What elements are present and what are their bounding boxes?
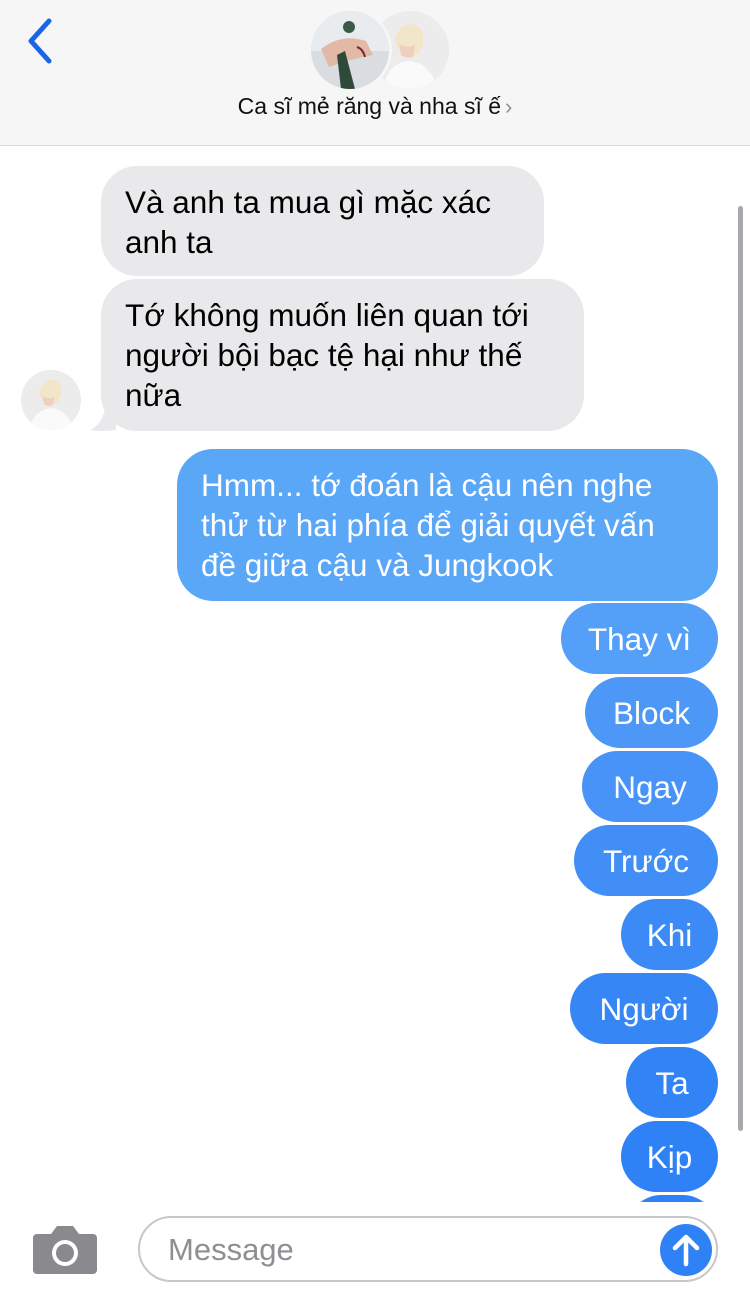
message-bubble-outgoing[interactable]: Ta [626,1047,718,1118]
message-text: Trước [602,843,690,879]
arrow-up-icon [672,1234,700,1267]
message-field[interactable] [138,1216,718,1282]
message-text: Ngay [613,769,687,805]
compose-bar [0,1202,750,1294]
message-bubble-outgoing[interactable]: Người [570,973,718,1044]
camera-icon [33,1226,97,1274]
message-text: Ta [655,1065,689,1101]
bubble-tail [90,402,116,431]
chevron-right-icon: › [505,94,513,119]
group-avatars[interactable] [308,8,452,92]
message-bubble-outgoing-partial[interactable] [626,1195,718,1202]
back-button[interactable] [18,14,62,68]
message-text: Hmm... tớ đoán là cậu nên nghe thử từ ha… [201,467,655,583]
conversation-header: Ca sĩ mẻ răng và nha sĩ ế › [0,0,750,146]
message-bubble-outgoing[interactable]: Trước [574,825,718,896]
scrollbar[interactable] [738,206,743,1131]
message-text: Người [599,991,689,1027]
sender-avatar[interactable] [21,370,81,430]
message-bubble-outgoing[interactable]: Kịp [621,1121,718,1192]
message-bubble-outgoing[interactable]: Ngay [582,751,718,822]
message-bubble-outgoing[interactable]: Block [585,677,718,748]
send-button[interactable] [660,1224,712,1276]
message-bubble-incoming[interactable]: Và anh ta mua gì mặc xác anh ta [101,166,544,276]
message-text: Khi [646,917,693,953]
avatar [308,8,392,92]
message-bubble-outgoing[interactable]: Hmm... tớ đoán là cậu nên nghe thử từ ha… [177,449,718,601]
message-input[interactable] [166,1227,650,1273]
message-bubble-outgoing[interactable]: Thay vì [561,603,718,674]
message-text: Thay vì [587,621,692,657]
message-text: Tớ không muốn liên quan tới người bội bạ… [125,297,529,413]
chevron-left-icon [28,18,52,64]
message-thread[interactable]: Và anh ta mua gì mặc xác anh ta Tớ không… [0,146,750,1202]
contact-name-button[interactable]: Ca sĩ mẻ răng và nha sĩ ế › [0,93,750,120]
message-text: Kịp [646,1139,693,1175]
message-text: Và anh ta mua gì mặc xác anh ta [125,184,491,260]
message-bubble-outgoing[interactable]: Khi [621,899,718,970]
contact-name: Ca sĩ mẻ răng và nha sĩ ế [237,93,502,119]
camera-button[interactable] [33,1222,97,1276]
message-text: Block [612,695,691,731]
message-bubble-incoming[interactable]: Tớ không muốn liên quan tới người bội bạ… [101,279,584,431]
